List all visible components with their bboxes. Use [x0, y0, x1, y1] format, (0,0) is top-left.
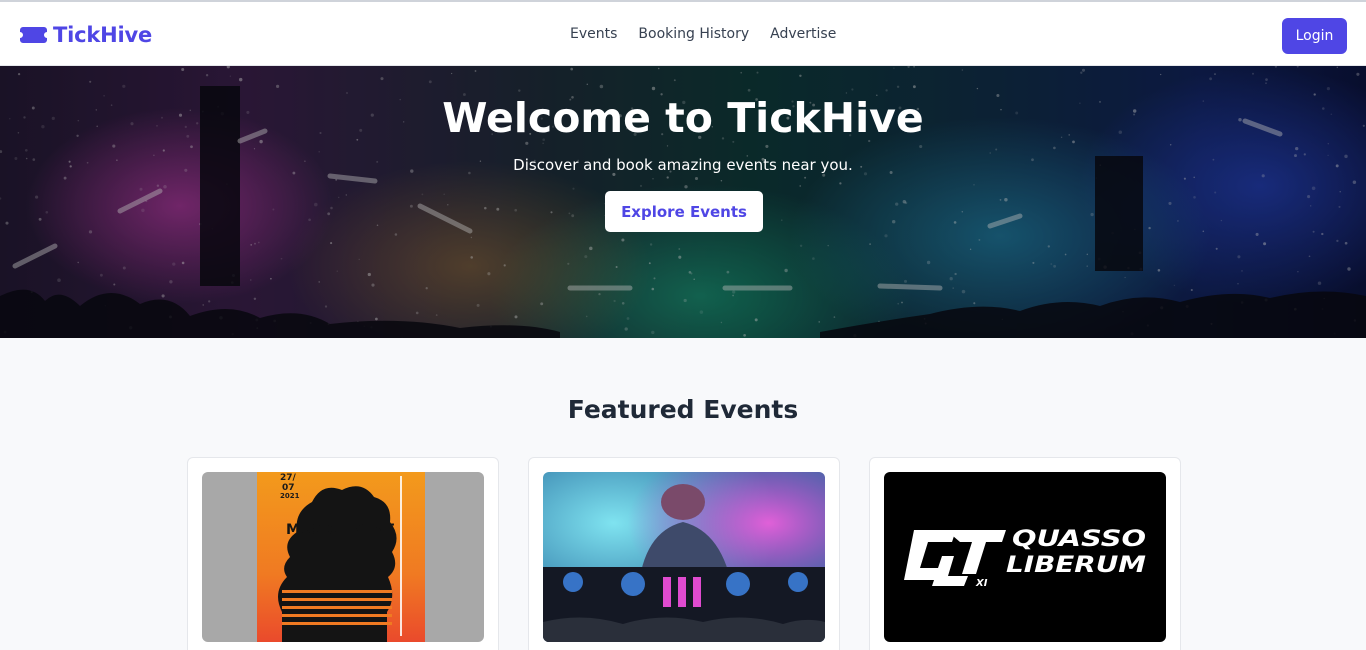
logo-word-3: XI — [975, 578, 988, 589]
event-image-dj-photo[interactable] — [543, 472, 825, 642]
event-card[interactable]: 27/ 07 2021 MUSIC EVENT — [187, 457, 499, 650]
nav-link-advertise[interactable]: Advertise — [770, 26, 836, 42]
hero-subtitle: Discover and book amazing events near yo… — [513, 156, 853, 174]
ticket-icon — [20, 27, 47, 43]
poster-date: 27/ — [280, 473, 297, 483]
hero-title: Welcome to TickHive — [442, 94, 924, 142]
brand-logo[interactable]: TickHive — [20, 22, 152, 48]
event-card[interactable] — [528, 457, 840, 650]
featured-events-title: Featured Events — [567, 395, 799, 424]
brand-name: TickHive — [53, 23, 153, 47]
svg-text:2021: 2021 — [280, 492, 300, 500]
main-nav: Events Booking History Advertise — [570, 26, 857, 42]
nav-link-booking-history[interactable]: Booking History — [638, 26, 749, 42]
logo-word-1: QUASSO — [1012, 527, 1146, 552]
nav-link-events[interactable]: Events — [570, 26, 617, 42]
login-button[interactable]: Login — [1282, 18, 1347, 54]
event-image-quasso-liberum[interactable]: QUASSO LIBERUM XI — [884, 472, 1166, 642]
poster-title: MUSIC EVENT — [286, 522, 394, 538]
logo-word-2: LIBERUM — [1006, 553, 1146, 578]
hero-banner: Welcome to TickHive Discover and book am… — [0, 66, 1366, 338]
navbar: TickHive Events Booking History Advertis… — [0, 0, 1366, 66]
event-card[interactable]: QUASSO LIBERUM XI — [869, 457, 1181, 650]
explore-events-button[interactable]: Explore Events — [605, 191, 763, 232]
event-image-music-poster[interactable]: 27/ 07 2021 MUSIC EVENT — [202, 472, 484, 642]
